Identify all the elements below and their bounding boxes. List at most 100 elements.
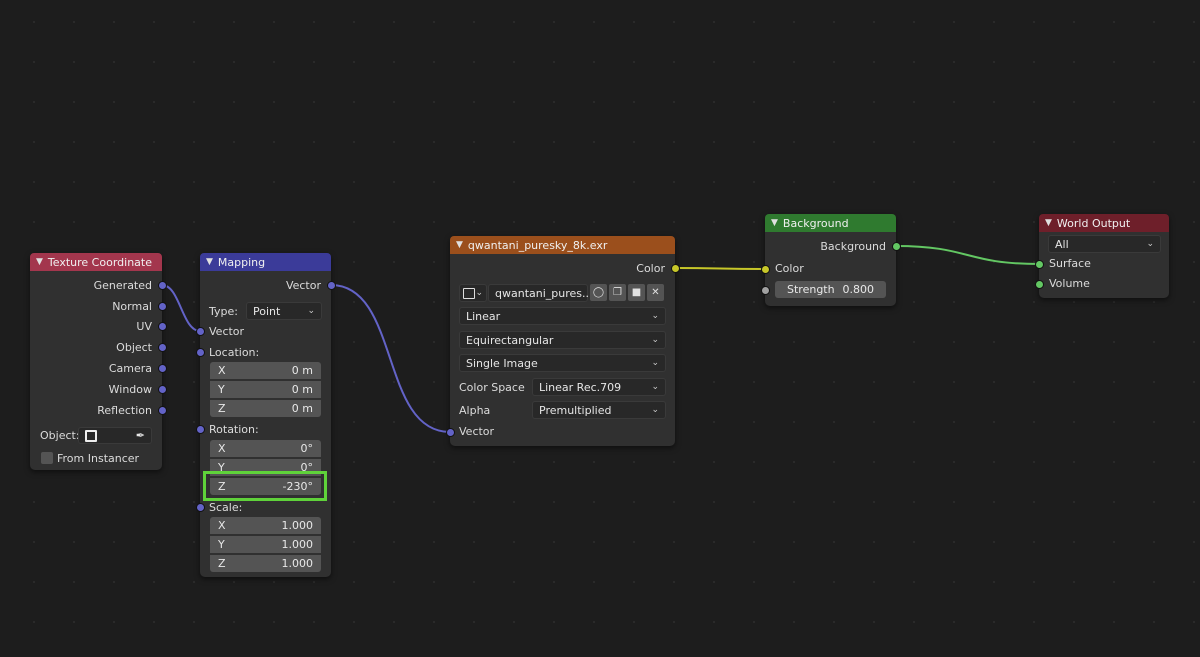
node-title: qwantani_puresky_8k.exr [467,238,608,252]
projection-dropdown[interactable]: Equirectangular ⌄ [459,331,666,349]
chevron-down-icon: ⌄ [651,335,659,345]
image-texture-node[interactable]: ▼ qwantani_puresky_8k.exr Color ⌄ qwanta… [446,236,680,446]
scale-y-field[interactable]: Y 1.000 [210,536,321,553]
object-icon [85,429,97,442]
vector-input-label: Vector [459,425,495,438]
chevron-down-icon: ⌄ [651,311,659,321]
socket-normal[interactable] [158,302,167,311]
strength-field[interactable]: Strength 0.800 [775,281,886,298]
vector-input-label: Vector [209,325,245,338]
rotation-label: Rotation: [209,423,259,436]
from-instancer-label: From Instancer [57,452,140,465]
output-background: Background [820,239,886,253]
link-mapping-vector-to-image-vector [330,284,451,433]
location-label: Location: [209,346,260,359]
link-image-color-to-background-color [674,267,766,270]
texture-coordinate-header[interactable]: ▼ Texture Coordinate [30,253,162,271]
chevron-down-icon: ⌄ [651,358,659,368]
socket-input-volume[interactable] [1035,280,1044,289]
output-vector: Vector [285,278,321,292]
socket-location[interactable] [196,348,205,357]
world-output-header[interactable]: ▼ World Output [1039,214,1169,232]
socket-object[interactable] [158,343,167,352]
socket-generated[interactable] [158,281,167,290]
image-texture-header[interactable]: ▼ qwantani_puresky_8k.exr [450,236,675,254]
link-generated-to-vector [161,284,201,332]
socket-output-vector[interactable] [327,281,336,290]
color-space-label: Color Space [459,381,525,394]
color-space-dropdown[interactable]: Linear Rec.709 ⌄ [532,378,666,396]
scale-x-field[interactable]: X 1.000 [210,517,321,534]
output-object: Object [116,340,152,354]
eyedropper-icon[interactable]: ✒ [136,429,145,442]
texture-coordinate-node[interactable]: ▼ Texture Coordinate Generated Normal UV… [30,253,167,470]
alpha-dropdown[interactable]: Premultiplied ⌄ [532,401,666,419]
chevron-down-icon: ⌄ [307,306,315,316]
output-generated: Generated [93,278,152,292]
world-output-node[interactable]: ▼ World Output All ⌄ Surface Volume [1035,214,1169,298]
socket-scale[interactable] [196,503,205,512]
object-picker[interactable]: ✒ [78,427,152,444]
duplicate-icon[interactable]: ❐ [609,284,626,301]
socket-output-background[interactable] [892,242,901,251]
output-uv: UV [136,319,152,333]
alpha-label: Alpha [459,404,491,417]
output-reflection: Reflection [97,403,152,417]
socket-input-color[interactable] [761,265,770,274]
location-z-field[interactable]: Z0 m [210,400,321,417]
socket-rotation[interactable] [196,425,205,434]
socket-input-surface[interactable] [1035,260,1044,269]
surface-input-label: Surface [1049,257,1091,270]
output-window: Window [108,382,152,396]
mapping-header[interactable]: ▼ Mapping [200,253,331,271]
interpolation-dropdown[interactable]: Linear ⌄ [459,307,666,325]
socket-uv[interactable] [158,322,167,331]
chevron-down-icon: ⌄ [475,288,483,298]
socket-input-strength[interactable] [761,286,770,295]
shield-icon[interactable]: ◯ [590,284,607,301]
link-background-to-surface [895,245,1040,265]
type-label: Type: [209,305,238,318]
socket-input-vector[interactable] [446,428,455,437]
scale-label: Scale: [209,501,243,514]
output-normal: Normal [112,299,152,313]
source-dropdown[interactable]: Single Image ⌄ [459,354,666,372]
node-title: World Output [1056,216,1131,230]
socket-output-color[interactable] [671,264,680,273]
rotation-z-highlight [203,471,327,501]
chevron-down-icon[interactable]: ▼ [456,240,463,250]
folder-icon[interactable]: ■ [628,284,645,301]
node-title: Background [782,216,849,230]
node-title: Texture Coordinate [47,255,152,269]
socket-input-vector[interactable] [196,327,205,336]
socket-camera[interactable] [158,364,167,373]
scale-z-field[interactable]: Z 1.000 [210,555,321,572]
close-icon[interactable]: ✕ [647,284,664,301]
chevron-down-icon: ⌄ [1146,239,1154,249]
object-label: Object: [40,429,80,442]
output-camera: Camera [108,361,152,375]
location-y-field[interactable]: Y0 m [210,381,321,398]
image-browse-button[interactable]: ⌄ [459,284,487,302]
color-input-label: Color [775,262,804,275]
from-instancer-checkbox[interactable] [41,452,53,464]
chevron-down-icon[interactable]: ▼ [771,218,778,228]
type-dropdown[interactable]: Point ⌄ [246,302,322,320]
background-node[interactable]: ▼ Background Background Color Strength 0… [761,214,901,306]
socket-reflection[interactable] [158,406,167,415]
node-title: Mapping [217,255,266,269]
chevron-down-icon[interactable]: ▼ [1045,218,1052,228]
chevron-down-icon: ⌄ [651,382,659,392]
chevron-down-icon[interactable]: ▼ [206,257,213,267]
rotation-x-field[interactable]: X 0° [210,440,321,457]
chevron-down-icon[interactable]: ▼ [36,257,43,267]
image-name-field[interactable]: qwantani_pures... [488,284,593,302]
socket-window[interactable] [158,385,167,394]
output-color: Color [636,261,665,275]
mapping-node[interactable]: ▼ Mapping Vector Type: Point ⌄ Vector Lo… [196,253,336,577]
volume-input-label: Volume [1049,277,1090,290]
location-x-field[interactable]: X0 m [210,362,321,379]
image-icon [463,287,476,299]
background-header[interactable]: ▼ Background [765,214,896,232]
target-dropdown[interactable]: All ⌄ [1048,235,1161,253]
